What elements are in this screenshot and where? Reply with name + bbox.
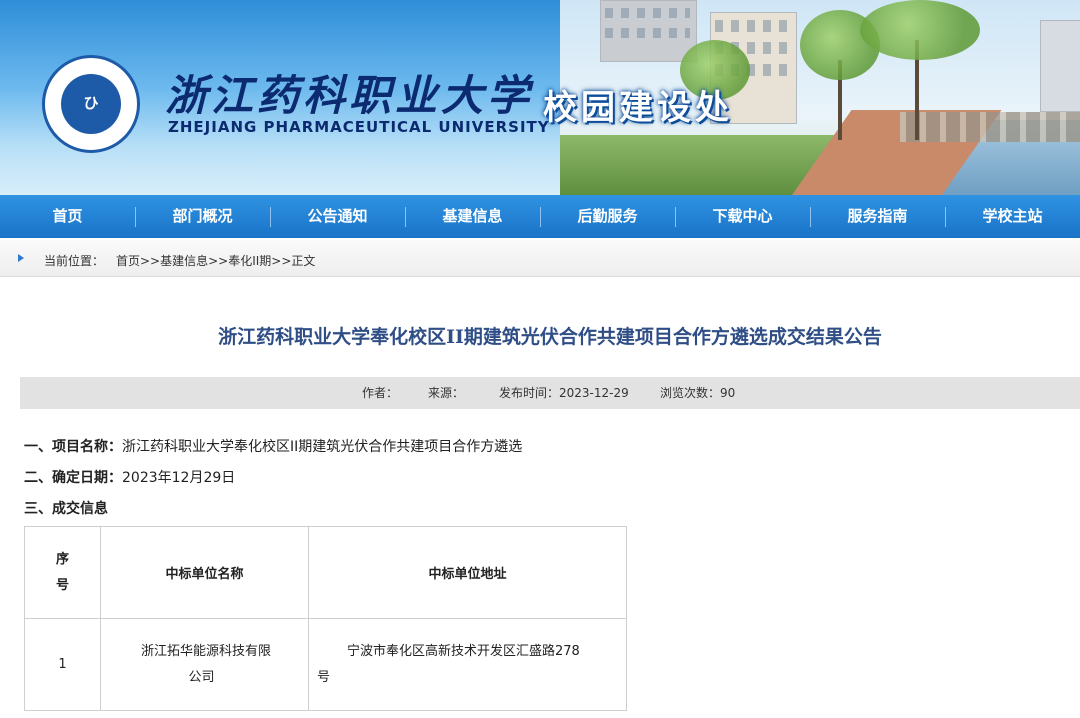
department-name: 校园建设处 (543, 88, 733, 128)
section-label: 二、确定日期： (24, 470, 122, 486)
nav-item-home[interactable]: 首页 (0, 195, 135, 238)
meta-publish-date: 发布时间：2023-12-29 (499, 386, 629, 400)
table-cell-name: 浙江拓华能源科技有限 公司 (100, 618, 309, 711)
breadcrumb: 当前位置： 首页>>基建信息>>奉化II期>>正文 (0, 240, 1080, 277)
article-title: 浙江药科职业大学奉化校区II期建筑光伏合作共建项目合作方遴选成交结果公告 (218, 326, 882, 348)
banner-building (1040, 20, 1080, 112)
section-value: 2023年12月29日 (122, 470, 236, 486)
table-header-name: 中标单位名称 (100, 526, 309, 619)
university-seal-icon[interactable]: ひ (42, 55, 140, 153)
breadcrumb-label: 当前位置： (44, 254, 105, 268)
meta-author: 作者： (362, 386, 399, 400)
section-label: 一、项目名称： (24, 439, 122, 455)
nav-item-downloads[interactable]: 下载中心 (675, 195, 810, 238)
breadcrumb-path[interactable]: 首页>>基建信息>>奉化II期>>正文 (116, 252, 315, 269)
table-cell-seq: 1 (24, 618, 101, 711)
article-meta: 作者： 来源： 发布时间：2023-12-29 浏览次数：90 (20, 377, 1080, 409)
header-banner: ひ 浙江药科职业大学 ZHEJIANG PHARMACEUTICAL UNIVE… (0, 0, 1080, 195)
section-deal-info: 三、成交信息 (24, 498, 108, 518)
nav-item-main-site[interactable]: 学校主站 (945, 195, 1080, 238)
meta-views: 浏览次数：90 (660, 386, 736, 400)
university-name-en: ZHEJIANG PHARMACEUTICAL UNIVERSITY (168, 118, 550, 136)
university-name-cn[interactable]: 浙江药科职业大学 (165, 62, 533, 123)
triangle-right-icon (18, 254, 24, 262)
banner-railing (900, 112, 1080, 142)
meta-source: 来源： (428, 386, 465, 400)
nav-item-department[interactable]: 部门概况 (135, 195, 270, 238)
deal-table: 序 号 中标单位名称 中标单位地址 1 浙江拓华能源科技有限 公司 宁波市奉化区… (24, 526, 627, 711)
nav-item-logistics[interactable]: 后勤服务 (540, 195, 675, 238)
table-header-row: 序 号 中标单位名称 中标单位地址 (24, 526, 627, 619)
nav-item-construction[interactable]: 基建信息 (405, 195, 540, 238)
section-label: 三、成交信息 (24, 501, 108, 517)
table-header-seq: 序 号 (24, 526, 101, 619)
nav-item-notices[interactable]: 公告通知 (270, 195, 405, 238)
nav-item-guide[interactable]: 服务指南 (810, 195, 945, 238)
section-project-name: 一、项目名称：浙江药科职业大学奉化校区II期建筑光伏合作共建项目合作方遴选 (24, 436, 522, 456)
section-value: 浙江药科职业大学奉化校区II期建筑光伏合作共建项目合作方遴选 (122, 439, 523, 455)
table-header-address: 中标单位地址 (308, 526, 627, 619)
section-confirm-date: 二、确定日期：2023年12月29日 (24, 467, 235, 487)
table-row: 1 浙江拓华能源科技有限 公司 宁波市奉化区高新技术开发区汇盛路278 号 (24, 618, 627, 711)
main-nav: 首页 部门概况 公告通知 基建信息 后勤服务 下载中心 服务指南 学校主站 (0, 195, 1080, 238)
banner-tree (860, 0, 980, 60)
table-cell-address: 宁波市奉化区高新技术开发区汇盛路278 号 (308, 618, 627, 711)
